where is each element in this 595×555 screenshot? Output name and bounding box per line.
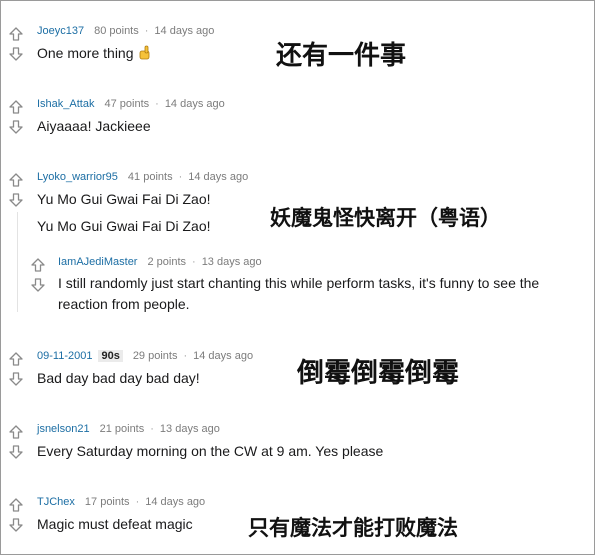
username-link[interactable]: Joeyc137: [37, 25, 84, 37]
pointing-hand-emoji-icon: [139, 45, 150, 60]
vote-controls: [9, 425, 25, 459]
downvote-arrow-icon[interactable]: [9, 445, 23, 459]
downvote-arrow-icon[interactable]: [31, 278, 45, 292]
downvote-arrow-icon[interactable]: [9, 193, 23, 207]
comment-meta: Lyoko_warrior95 41 points · 14 days ago: [37, 171, 248, 183]
timestamp: 13 days ago: [201, 256, 262, 268]
separator-dot: ·: [135, 496, 140, 508]
timestamp: 13 days ago: [159, 423, 220, 435]
username-link[interactable]: IamAJediMaster: [58, 256, 137, 268]
separator-dot: ·: [183, 350, 188, 362]
vote-controls: [9, 352, 25, 386]
vote-controls: [9, 100, 25, 134]
user-flair-badge: 90s: [98, 350, 123, 362]
downvote-arrow-icon[interactable]: [9, 518, 23, 532]
points: 47 points: [104, 98, 150, 110]
username-link[interactable]: 09-11-2001: [37, 350, 92, 362]
downvote-arrow-icon[interactable]: [9, 47, 23, 61]
downvote-arrow-icon[interactable]: [9, 120, 23, 134]
separator-dot: ·: [178, 171, 183, 183]
points: 41 points: [127, 171, 173, 183]
timestamp: 14 days ago: [164, 98, 225, 110]
vote-controls: [9, 173, 25, 207]
username-link[interactable]: TJChex: [37, 496, 75, 508]
chinese-annotation: 倒霉倒霉倒霉: [297, 358, 459, 389]
comment-meta: Joeyc137 80 points · 14 days ago: [37, 25, 214, 37]
reply-text: I still randomly just start chanting thi…: [58, 275, 540, 312]
separator-dot: ·: [144, 25, 149, 37]
points: 29 points: [132, 350, 178, 362]
comment-text: Aiyaaaa! Jackieee: [37, 118, 151, 134]
upvote-arrow-icon[interactable]: [9, 100, 23, 114]
upvote-arrow-icon[interactable]: [31, 258, 45, 272]
chinese-annotation: 还有一件事: [276, 41, 407, 71]
points: 2 points: [147, 256, 187, 268]
username-link[interactable]: Lyoko_warrior95: [37, 171, 118, 183]
timestamp: 14 days ago: [145, 496, 206, 508]
comment-meta: 09-11-2001 90s 29 points · 14 days ago: [37, 350, 253, 362]
vote-controls: [9, 27, 25, 61]
downvote-arrow-icon[interactable]: [9, 372, 23, 386]
timestamp: 14 days ago: [188, 171, 249, 183]
points: 80 points: [94, 25, 139, 37]
comment-text: Magic must defeat magic: [37, 516, 193, 532]
points: 17 points: [84, 496, 130, 508]
upvote-arrow-icon[interactable]: [9, 173, 23, 187]
comment-text: Bad day bad day bad day!: [37, 370, 200, 386]
upvote-arrow-icon[interactable]: [9, 498, 23, 512]
chinese-annotation: 妖魔鬼怪快离开（粤语）: [270, 206, 501, 230]
comment-text: Every Saturday morning on the CW at 9 am…: [37, 443, 384, 459]
timestamp: 14 days ago: [193, 350, 254, 362]
reply-vote-controls: [31, 258, 47, 292]
upvote-arrow-icon[interactable]: [9, 27, 23, 41]
comment-text: One more thing: [37, 45, 134, 61]
vote-controls: [9, 498, 25, 532]
upvote-arrow-icon[interactable]: [9, 425, 23, 439]
username-link[interactable]: Ishak_Attak: [37, 98, 94, 110]
reply-meta: IamAJediMaster 2 points · 13 days ago: [58, 256, 262, 268]
comment-meta: Ishak_Attak 47 points · 14 days ago: [37, 98, 225, 110]
username-link[interactable]: jsnelson21: [37, 423, 90, 435]
comment-body: One more thing: [37, 43, 151, 64]
separator-dot: ·: [155, 98, 159, 110]
thread-line[interactable]: [17, 212, 18, 312]
separator-dot: ·: [192, 256, 196, 268]
comment-text-line-2: Yu Mo Gui Gwai Fai Di Zao!: [37, 218, 211, 234]
timestamp: 14 days ago: [154, 25, 215, 37]
comment-text: Yu Mo Gui Gwai Fai Di Zao!: [37, 191, 211, 207]
upvote-arrow-icon[interactable]: [9, 352, 23, 366]
comment-meta: jsnelson21 21 points · 13 days ago: [37, 423, 220, 435]
points: 21 points: [99, 423, 145, 435]
comment-meta: TJChex 17 points · 14 days ago: [37, 496, 205, 508]
chinese-annotation: 只有魔法才能打败魔法: [248, 516, 458, 540]
separator-dot: ·: [150, 423, 154, 435]
